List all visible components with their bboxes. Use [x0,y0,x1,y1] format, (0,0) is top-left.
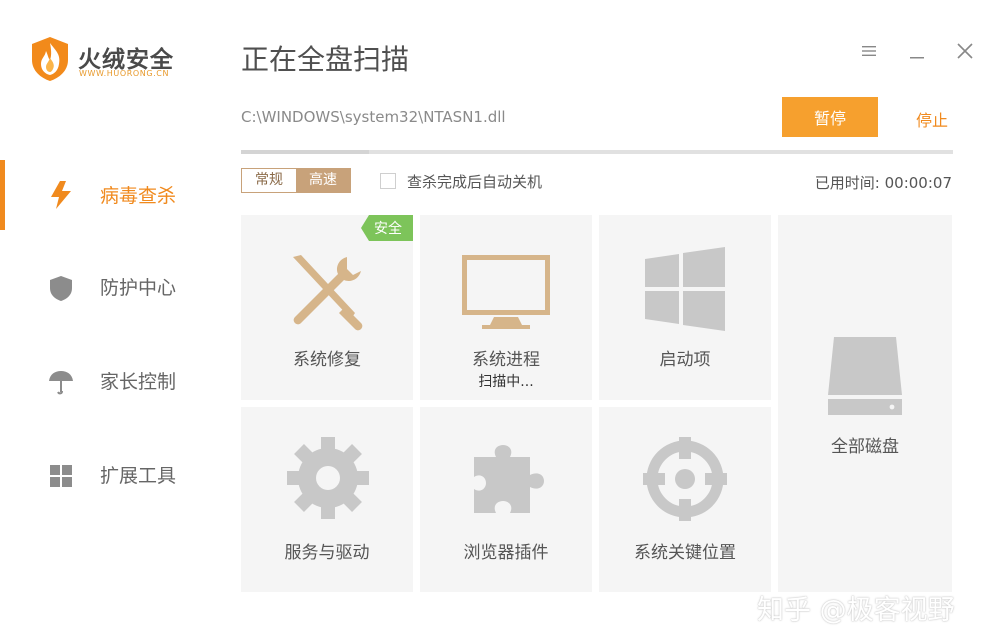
grid-icon [50,465,72,487]
active-indicator [0,160,5,230]
stop-button[interactable]: 停止 [916,107,948,131]
puzzle-icon [474,445,544,513]
sidebar-item-label: 病毒查杀 [100,185,177,207]
safe-badge-label: 安全 [374,221,402,237]
tile-status: 扫描中... [478,374,534,390]
pause-button[interactable]: 暂停 [782,97,878,137]
sidebar-item-label: 扩展工具 [100,465,177,487]
safe-badge: 安全 [361,215,413,241]
target-icon [643,437,727,521]
mode-normal[interactable]: 常规 [242,169,296,192]
auto-shutdown-checkbox[interactable] [380,173,396,189]
elapsed-time: 已用时间: 00:00:07 [815,172,952,193]
windows-icon [645,247,725,331]
sidebar-item-virus-scan[interactable]: 病毒查杀 [0,160,215,230]
tile-label: 服务与驱动 [284,543,370,563]
tile-all-disks[interactable]: 全部磁盘 [778,215,952,592]
sidebar-item-protection[interactable]: 防护中心 [0,252,215,322]
lightning-icon [51,181,71,209]
close-icon[interactable] [954,40,976,62]
scan-mode-toggle: 常规 高速 [241,168,351,193]
elapsed-label: 已用时间: [814,174,880,192]
tile-label: 浏览器插件 [463,543,549,563]
mode-fast[interactable]: 高速 [296,169,350,192]
scan-progress-fill [241,150,370,154]
umbrella-icon [49,371,73,395]
tile-label: 系统关键位置 [634,543,736,563]
tile-system-repair[interactable]: 安全 系统修复 [241,215,413,400]
tile-label: 启动项 [659,350,711,370]
tile-label: 系统修复 [293,350,361,370]
tile-key-system-locations[interactable]: 系统关键位置 [599,407,771,592]
menu-icon[interactable] [858,40,880,62]
repair-tools-icon [293,255,363,331]
tile-services-drivers[interactable]: 服务与驱动 [241,407,413,592]
hard-disk-icon [828,337,902,415]
tile-system-process[interactable]: 系统进程 扫描中... [420,215,592,400]
sidebar-item-label: 防护中心 [100,277,177,299]
minimize-icon[interactable] [906,40,928,62]
app-logo: 火绒安全 WWW.HUORONG.CN [30,36,190,86]
shield-icon [50,276,72,301]
sidebar: 火绒安全 WWW.HUORONG.CN 病毒查杀 防护中心 家长控制 扩展工具 [0,0,215,644]
watermark: 知乎 @极客视野 [757,595,955,626]
scan-progress-bar [241,150,953,154]
page-title: 正在全盘扫描 [241,43,410,76]
tile-label: 全部磁盘 [831,437,899,457]
gear-icon [287,437,369,519]
app-site: WWW.HUORONG.CN [79,69,170,78]
current-scan-file: C:\WINDOWS\system32\NTASN1.dll [241,108,506,126]
tile-label: 系统进程 [472,350,540,370]
sidebar-item-label: 家长控制 [100,371,177,393]
tile-startup-items[interactable]: 启动项 [599,215,771,400]
sidebar-item-extension-tools[interactable]: 扩展工具 [0,440,215,510]
flame-shield-logo-icon [32,37,68,81]
sidebar-item-parental-control[interactable]: 家长控制 [0,346,215,416]
monitor-icon [462,255,550,329]
elapsed-value: 00:00:07 [884,174,952,192]
tile-browser-plugins[interactable]: 浏览器插件 [420,407,592,592]
auto-shutdown-label: 查杀完成后自动关机 [407,173,543,191]
